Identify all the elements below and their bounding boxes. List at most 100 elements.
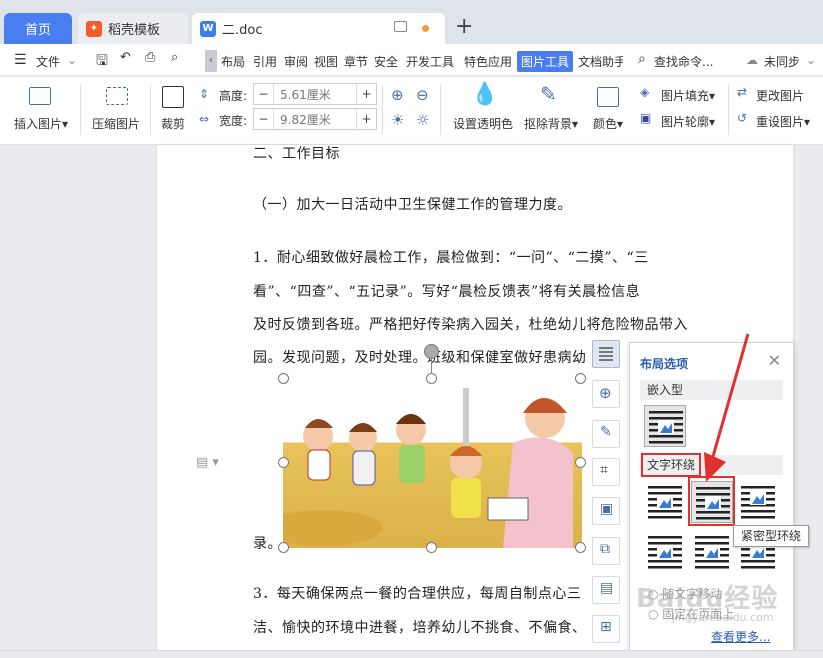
zoom-picture-button[interactable]: ⊕ (592, 380, 620, 408)
insert-picture-button[interactable]: 插入图片▾ (14, 115, 68, 132)
height-label: 高度: (219, 89, 248, 103)
layout-panel-title: 布局选项 (640, 357, 689, 371)
file-dropdown-icon[interactable]: ⌄ (67, 53, 77, 67)
rotate-right-icon[interactable]: ⊖ (416, 86, 429, 104)
ribbon: 插入图片▾ 压缩图片 裁剪 ⇕ 高度: − 5.61厘米 + ⇔ 宽度: − 9… (0, 77, 823, 145)
red-arrow-annotation (704, 333, 750, 482)
picture-fill-button[interactable]: 图片填充▾ (661, 87, 715, 104)
reset-picture-button[interactable]: 重设图片▾ (756, 113, 810, 130)
doc-line-1: 二、工作目标 (253, 146, 340, 162)
tab-document[interactable]: W 二.doc (192, 13, 445, 44)
width-stepper[interactable]: − 9.82厘米 + (253, 108, 377, 130)
height-stepper[interactable]: − 5.61厘米 + (253, 83, 377, 105)
rotate-left-icon[interactable]: ⊕ (391, 86, 404, 104)
word-doc-icon: W (200, 20, 216, 37)
sync-status[interactable]: 未同步 (764, 53, 800, 70)
flip-vertical-icon[interactable]: ☼ (416, 111, 429, 129)
preview-icon[interactable]: ⌕ (171, 50, 178, 65)
menu-view[interactable]: 视图 (314, 53, 338, 70)
color-button[interactable]: 颜色▾ (593, 115, 623, 132)
resize-handle-top-left[interactable] (278, 373, 289, 384)
picture-outline-label: 图片轮廓 (661, 115, 710, 129)
insert-picture-icon (29, 87, 51, 105)
menu-section[interactable]: 章节 (344, 53, 368, 70)
picture-ocr-button[interactable]: ▤ (592, 576, 620, 604)
watermark-logo: Baidu经验 (636, 584, 779, 614)
height-increase-button[interactable]: + (356, 84, 376, 104)
picture-outline-icon: ▣ (640, 111, 652, 125)
ribbon-divider (382, 85, 383, 135)
menu-security[interactable]: 安全 (374, 53, 398, 70)
wrap-glyph-icon (695, 536, 729, 569)
more-tools-icon: ⊞ (600, 619, 612, 635)
sync-dropdown-icon[interactable]: ⌄ (806, 53, 816, 67)
flip-horizontal-icon[interactable]: ☀ (391, 111, 404, 129)
menu-developer[interactable]: 开发工具 (406, 53, 454, 70)
ribbon-divider (80, 85, 81, 135)
collapse-menu-button[interactable]: ‹ (205, 50, 217, 72)
set-transparency-button[interactable]: 设置透明色 (453, 115, 513, 132)
wrap-top-bottom-option[interactable] (644, 531, 686, 573)
rotate-handle-stem (431, 359, 432, 374)
menu-doc-assistant[interactable]: 文档助手 (578, 53, 623, 70)
width-increase-button[interactable]: + (356, 109, 376, 129)
save-icon[interactable]: 🖫 (96, 50, 108, 74)
zoom-icon: ⊕ (599, 384, 612, 402)
menu-special[interactable]: 特色应用 (464, 53, 512, 70)
remove-background-icon: ✎ (540, 82, 557, 106)
resize-handle-left[interactable] (278, 457, 289, 468)
picture-more-button[interactable]: ⊞ (592, 615, 620, 643)
edit-picture-icon: ✎ (600, 424, 612, 440)
new-tab-plus-icon[interactable]: + (455, 14, 473, 39)
picture-fill-icon: ◈ (640, 85, 650, 99)
height-decrease-button[interactable]: − (254, 84, 274, 104)
resize-handle-bottom-right[interactable] (575, 542, 586, 553)
wrap-square-option[interactable] (644, 481, 686, 523)
layout-options-icon (599, 347, 613, 361)
resize-handle-top[interactable] (426, 373, 437, 384)
wrap-inline-option[interactable] (644, 405, 686, 447)
picture-convert-button[interactable]: ⧉ (592, 537, 620, 565)
picture-frame-button[interactable]: ▣ (592, 497, 620, 525)
height-value[interactable]: 5.61厘米 (274, 86, 356, 103)
undo-icon[interactable]: ↶ (120, 50, 131, 65)
menu-file[interactable]: 文件 (36, 53, 60, 70)
wrap-glyph-icon (648, 486, 682, 519)
search-command[interactable]: 查找命令... (654, 53, 713, 70)
hamburger-icon[interactable]: ☰ (14, 52, 27, 68)
crop-button[interactable]: 裁剪 (161, 115, 185, 132)
crop-quick-button[interactable]: ⌗ (592, 458, 620, 486)
width-icon: ⇔ (199, 112, 210, 126)
menu-references[interactable]: 引用 (253, 53, 277, 70)
see-more-link[interactable]: 查看更多... (711, 628, 770, 645)
rotate-handle-icon[interactable] (424, 344, 439, 359)
compress-picture-button[interactable]: 压缩图片 (92, 115, 140, 132)
width-decrease-button[interactable]: − (254, 109, 274, 129)
resize-handle-top-right[interactable] (575, 373, 586, 384)
menu-layout[interactable]: 布局 (221, 53, 245, 70)
picture-fill-label: 图片填充 (661, 89, 710, 103)
menu-review[interactable]: 审阅 (284, 53, 308, 70)
doc-line-8: 3．每天确保两点一餐的合理供应，每周自制点心三 (253, 586, 582, 602)
picture-edit-button[interactable]: ✎ (592, 420, 620, 448)
picture-outline-button[interactable]: 图片轮廓▾ (661, 113, 715, 130)
monitor-icon[interactable] (394, 21, 407, 32)
tab-home-label: 首页 (24, 23, 51, 38)
layout-options-button[interactable] (592, 340, 620, 368)
width-value[interactable]: 9.82厘米 (274, 111, 356, 128)
resize-handle-bottom[interactable] (426, 542, 437, 553)
color-label: 颜色 (593, 117, 618, 131)
selected-picture[interactable] (283, 378, 582, 548)
document-nav-icon[interactable]: ▤ ▾ (196, 455, 219, 470)
tab-template[interactable]: ✦ 稻壳模板 (78, 13, 188, 44)
menu-picture-tools[interactable]: 图片工具 (517, 51, 574, 72)
wrap-behind-text-option[interactable] (691, 531, 733, 573)
resize-handle-right[interactable] (575, 457, 586, 468)
remove-background-button[interactable]: 抠除背景▾ (524, 115, 578, 132)
print-icon[interactable]: ⎙ (145, 50, 155, 65)
tab-home[interactable]: 首页 (4, 13, 72, 44)
resize-handle-bottom-left[interactable] (278, 542, 289, 553)
children-illustration (283, 388, 573, 548)
close-icon[interactable]: ✕ (768, 351, 781, 370)
change-picture-button[interactable]: 更改图片 (756, 87, 804, 104)
